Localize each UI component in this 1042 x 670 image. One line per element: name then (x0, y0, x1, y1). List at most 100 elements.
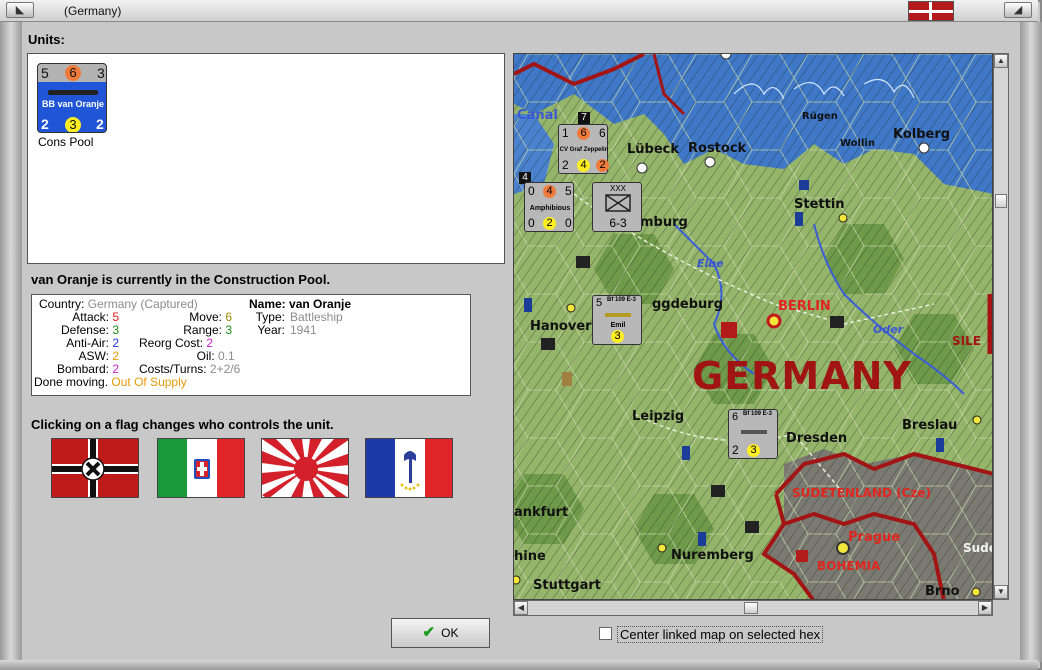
unit-bottom-left-value: 2 (41, 116, 49, 132)
reorg-cost-label: Reorg Cost: (139, 336, 204, 350)
emil-attack: 5 (596, 297, 603, 309)
fighter-plane-icon (605, 313, 631, 317)
amphibious-name: Amphibious (529, 205, 571, 212)
counter-bf109-emil[interactable]: 5 Bf 109 E-3 Emil 3 (592, 295, 642, 345)
unit-info-panel: Country: Germany (Captured) Attack: 5 De… (31, 294, 471, 396)
type-label: Type: (255, 310, 285, 324)
map-label-nuremberg: Nuremberg (671, 548, 754, 563)
counter-graf-zeppelin[interactable]: 1 6 6 CV Graf Zeppelin 2 4 2 (558, 124, 609, 174)
unit-top-right-value: 3 (97, 65, 105, 81)
zeppelin-bottom-right: 2 (596, 159, 609, 172)
move-label: Move: (189, 310, 222, 324)
scroll-down-arrow-icon[interactable]: ▼ (994, 585, 1008, 599)
bombard-label: Bombard: (56, 362, 109, 376)
strategic-map[interactable]: Canal Lübeck Rostock Rügen Wollin Kolber… (513, 53, 993, 600)
amphibious-defense: 5 (565, 184, 572, 198)
map-label-silesia: SILE (952, 334, 981, 348)
emil-model: Bf 109 E-3 (607, 297, 637, 303)
unit-status-line: van Oranje is currently in the Construct… (31, 272, 331, 287)
map-label-bohemia: BOHEMIA (817, 559, 881, 573)
oil-label: Oil: (196, 349, 215, 363)
antiair-label: Anti-Air: (66, 336, 109, 350)
unit-name: BB van Oranje (41, 99, 105, 109)
unit-top-left-value: 5 (41, 65, 49, 81)
asw-label: ASW: (78, 349, 109, 363)
range-value: 3 (225, 323, 232, 337)
vichy-france-flag[interactable] (365, 438, 453, 498)
zeppelin-attack: 1 (562, 126, 569, 140)
minimize-button[interactable]: ◣ (6, 2, 34, 18)
window-title: (Germany) (64, 4, 122, 18)
map-label-berlin: BERLIN (778, 299, 831, 314)
map-label-brno: Brno (925, 584, 960, 599)
battleship-icon (48, 90, 98, 95)
close-button[interactable]: ◢ (1004, 2, 1032, 18)
fighter-plane-icon-2 (741, 430, 767, 434)
zeppelin-move: 6 (577, 127, 590, 140)
map-label-canal: Canal (517, 108, 558, 123)
map-label-sude: Sude (963, 541, 992, 555)
ok-button[interactable]: ✔ OK (391, 618, 490, 648)
unit-top-center-value: 6 (65, 65, 81, 81)
year-label: Year: (257, 323, 285, 337)
frame-bottom-border (0, 660, 1038, 670)
map-label-lubeck: Lübeck (627, 142, 680, 157)
map-label-frankfurt: ankfurt (514, 505, 569, 520)
attack-value: 5 (112, 310, 119, 324)
italy-flag[interactable] (157, 438, 245, 498)
frame-right-border (1020, 22, 1042, 662)
name-value: van Oranje (289, 297, 352, 311)
move-value: 6 (225, 310, 232, 324)
map-label-kolberg: Kolberg (893, 127, 951, 142)
counter-infantry-corps[interactable]: XXX 6-3 (592, 182, 642, 232)
map-label-breslau: Breslau (902, 418, 958, 433)
antiair-value: 2 (112, 336, 119, 350)
oil-value: 0.1 (218, 349, 235, 363)
checkmark-icon: ✔ (422, 624, 436, 641)
map-label-rhine: hine (514, 549, 546, 564)
zeppelin-name: CV Graf Zeppelin (559, 147, 609, 153)
dresden-fighter-bottom-left: 2 (732, 443, 739, 457)
attack-label: Attack: (72, 310, 109, 324)
center-linked-map-label[interactable]: Center linked map on selected hex (617, 626, 824, 643)
amphibious-attack: 0 (528, 184, 535, 198)
country-value: Germany (Captured) (87, 297, 198, 311)
costs-turns-label: Costs/Turns: (139, 362, 207, 376)
horizontal-scroll-thumb[interactable] (744, 602, 758, 614)
counter-bf109-dresden[interactable]: 6 Bf 109 E-3 2 3 (728, 409, 778, 459)
supply-status-value: Out Of Supply (111, 375, 187, 389)
reorg-cost-value: 2 (206, 336, 214, 350)
center-linked-map-checkbox[interactable] (599, 627, 612, 640)
map-label-dresden: Dresden (786, 431, 848, 446)
vertical-scroll-thumb[interactable] (995, 194, 1007, 208)
done-moving-label: Done moving. (34, 375, 109, 389)
map-label-wollin: Wollin (840, 138, 875, 149)
map-label-leipzig: Leipzig (632, 409, 685, 424)
units-list[interactable]: 5 6 3 BB van Oranje 2 3 2 Cons Pool (27, 53, 505, 264)
map-vertical-scrollbar[interactable]: ▲ ▼ (993, 53, 1009, 600)
map-horizontal-scrollbar[interactable]: ◀ ▶ (513, 600, 993, 616)
unit-bottom-right-value: 2 (96, 116, 104, 132)
zeppelin-bottom-center: 4 (577, 159, 590, 172)
emil-name: Emil (610, 322, 626, 329)
ok-button-label: OK (441, 626, 459, 640)
map-label-hamburg: mburg (640, 215, 688, 230)
germany-flag[interactable] (51, 438, 139, 498)
dresden-fighter-attack: 6 (732, 411, 739, 423)
flag-hint-text: Clicking on a flag changes who controls … (31, 417, 334, 432)
infantry-symbol-icon (605, 194, 631, 212)
scroll-up-arrow-icon[interactable]: ▲ (994, 54, 1008, 68)
unit-counter-van-oranje[interactable]: 5 6 3 BB van Oranje 2 3 2 (37, 63, 107, 133)
country-label: Country: (39, 297, 85, 311)
map-label-stettin: Stettin (794, 197, 845, 212)
map-label-rugen: Rügen (802, 111, 838, 122)
infantry-strength: 6-3 (609, 216, 627, 230)
name-label: Name: (249, 297, 286, 311)
scroll-right-arrow-icon[interactable]: ▶ (978, 601, 992, 615)
defense-value: 3 (112, 323, 119, 337)
counter-amphibious[interactable]: 0 4 5 Amphibious 0 2 0 (524, 182, 574, 232)
japan-flag[interactable] (261, 438, 349, 498)
scroll-left-arrow-icon[interactable]: ◀ (514, 601, 528, 615)
title-bar: ◣ (Germany) ◢ (0, 0, 1038, 22)
dresden-fighter-model: Bf 109 E-3 (743, 411, 773, 417)
